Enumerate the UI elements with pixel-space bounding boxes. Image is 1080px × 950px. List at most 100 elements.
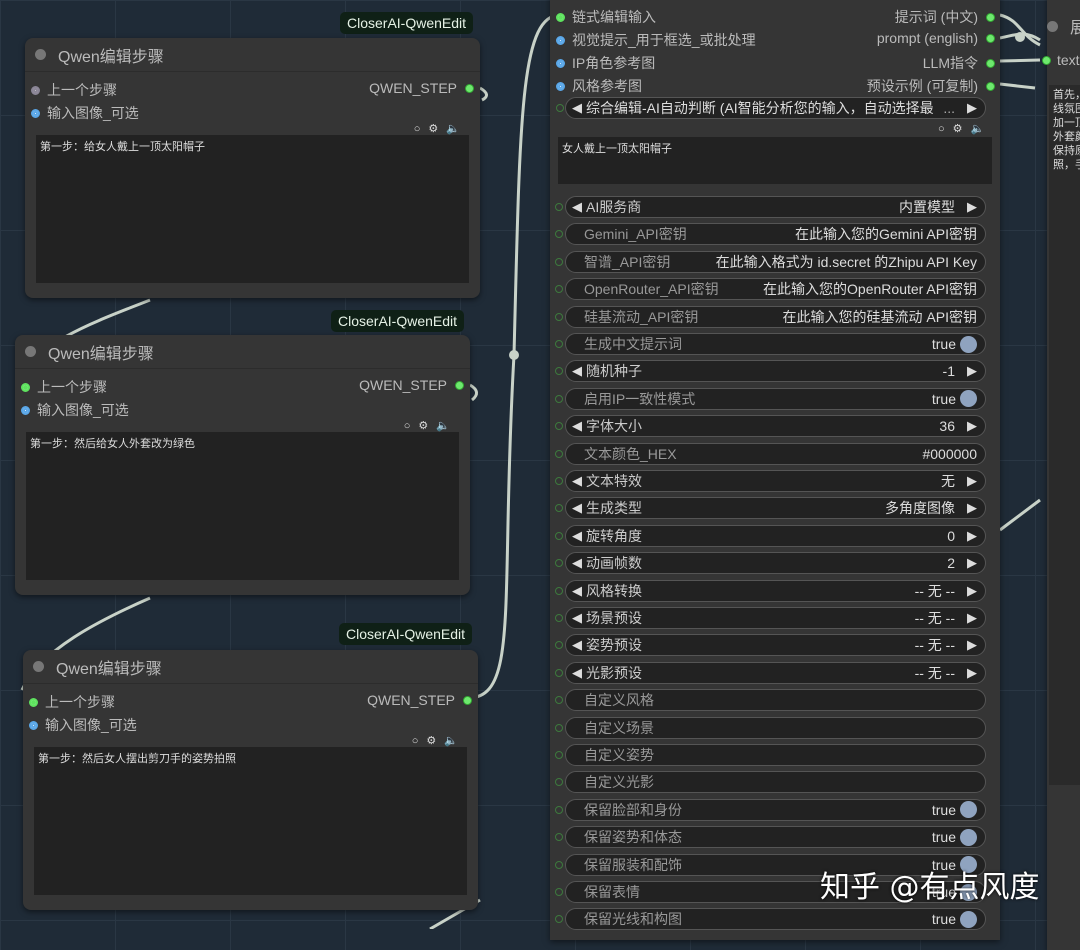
right-text-area[interactable]: 首先，线氛围加一顶外套颜保持原照，手 [1049,85,1080,785]
arrow-left-icon[interactable]: ◀ [572,637,582,653]
qwen-edit-step-node[interactable]: Qwen编辑步骤 上一个步骤 输入图像_可选 QWEN_STEP ○ ⚙ 🔈 第一步… [23,650,478,910]
input-slot[interactable] [31,108,40,118]
arrow-right-icon[interactable]: ▶ [967,199,977,215]
output-slot[interactable] [986,12,995,22]
node-title-bar[interactable]: Qwen编辑步骤 [25,38,480,72]
widget-combo[interactable]: ◀ 姿势预设 -- 无 -- ▶ [565,634,986,657]
arrow-left-icon[interactable]: ◀ [572,665,582,681]
step-text-input[interactable]: 第一步：然后女人摆出剪刀手的姿势拍照 [34,747,467,895]
arrow-right-icon[interactable]: ▶ [967,665,977,681]
arrow-right-icon[interactable]: ▶ [967,555,977,571]
output-slot[interactable] [455,380,464,390]
arrow-left-icon[interactable]: ◀ [572,528,582,544]
widget-toggle[interactable]: 保留姿势和体态 true [565,826,986,849]
widget-text[interactable]: 文本颜色_HEX #000000 [565,442,986,465]
toggle-knob[interactable] [960,390,977,408]
widget-text[interactable]: Gemini_API密钥 在此输入您的Gemini API密钥 [565,223,986,246]
circle-icon[interactable]: ○ [404,420,411,432]
arrow-right-icon[interactable]: ▶ [967,528,977,544]
widget-text[interactable]: 自定义场景 [565,716,986,739]
step-text-input[interactable]: 第一步：然后给女人外套改为绿色 [26,432,459,580]
widget-toggle[interactable]: 保留脸部和身份 true [565,798,986,821]
gear-icon[interactable]: ⚙ [418,419,428,432]
arrow-left-icon[interactable]: ◀ [572,199,582,215]
arrow-right-icon[interactable]: ▶ [967,583,977,599]
widget-text[interactable]: 硅基流动_API密钥 在此输入您的硅基流动 API密钥 [565,305,986,328]
input-slot[interactable] [31,85,40,95]
widget-text[interactable]: 自定义风格 [565,689,986,712]
widget-text[interactable]: 自定义姿势 [565,744,986,766]
arrow-left-icon[interactable]: ◀ [572,500,582,516]
widget-combo[interactable]: ◀ 场景预设 -- 无 -- ▶ [565,607,986,629]
qwen-edit-step-node[interactable]: Qwen编辑步骤 上一个步骤 输入图像_可选 QWEN_STEP ○ ⚙ 🔈 第一步… [15,335,470,595]
widget-combo[interactable]: ◀ 字体大小 36 ▶ [565,415,986,438]
input-slot[interactable] [556,58,565,68]
toggle-knob[interactable] [960,828,977,846]
arrow-right-icon[interactable]: ▶ [967,473,977,489]
widget-combo[interactable]: ◀ 光影预设 -- 无 -- ▶ [565,661,986,684]
widget-text[interactable]: 自定义光影 [565,771,986,794]
gear-icon[interactable]: ⚙ [426,734,436,747]
widget-toggle[interactable]: 生成中文提示词 true [565,333,986,355]
widget-toggle[interactable]: 保留光线和构图 true [565,908,986,931]
toggle-knob[interactable] [960,335,977,353]
arrow-left-icon[interactable]: ◀ [572,583,582,599]
widget-combo[interactable]: ◀ AI服务商 内置模型 ▶ [565,196,986,218]
arrow-right-icon[interactable]: ▶ [967,500,977,516]
speaker-icon[interactable]: 🔈 [436,419,450,432]
input-slot[interactable] [1042,55,1051,65]
arrow-right-icon[interactable]: ▶ [967,363,977,379]
widget-combo[interactable]: ◀ 动画帧数 2 ▶ [565,552,986,575]
speaker-icon[interactable]: 🔈 [446,122,460,135]
arrow-left-icon[interactable]: ◀ [572,418,582,434]
widget-slot [555,449,563,458]
right-node[interactable]: 展 text 首先，线氛围加一顶外套颜保持原照，手 [1042,0,1080,950]
circle-icon[interactable]: ○ [414,123,421,135]
node-title-bar[interactable]: Qwen编辑步骤 [23,650,478,684]
speaker-icon[interactable]: 🔈 [444,734,458,747]
output-slot[interactable] [986,58,995,68]
arrow-left-icon[interactable]: ◀ [572,610,582,626]
widget-toggle[interactable]: 启用IP一致性模式 true [565,387,986,410]
node-title-bar[interactable]: Qwen编辑步骤 [15,335,470,369]
arrow-left-icon[interactable]: ◀ [572,363,582,379]
circle-icon[interactable]: ○ [412,735,419,747]
input-slot[interactable] [29,697,38,707]
main-text-input[interactable]: 女人戴上一顶太阳帽子 [558,137,992,184]
toggle-knob[interactable] [960,801,977,819]
widget-combo[interactable]: ◀ 旋转角度 0 ▶ [565,524,986,547]
gear-icon[interactable]: ⚙ [428,122,438,135]
arrow-left-icon[interactable]: ◀ [572,100,582,116]
input-slot[interactable] [21,382,30,392]
widget-combo[interactable]: ◀ 生成类型 多角度图像 ▶ [565,497,986,520]
qwen-edit-step-node[interactable]: Qwen编辑步骤 上一个步骤 输入图像_可选 QWEN_STEP ○ ⚙ 🔈 第一步… [25,38,480,298]
input-slot[interactable] [29,720,38,730]
arrow-right-icon[interactable]: ▶ [967,637,977,653]
output-slot[interactable] [465,83,474,93]
step-text-input[interactable]: 第一步：给女人戴上一顶太阳帽子 [36,135,469,283]
prompt-builder-node[interactable]: 链式编辑输入 视觉提示_用于框选_或批处理 IP角色参考图 风格参考图 提示词 (中文)… [550,0,1000,940]
arrow-right-icon[interactable]: ▶ [967,418,977,434]
mode-combo[interactable]: ◀ 综合编辑-AI自动判断 (AI智能分析您的输入，自动选择最 ... ▶ [556,97,986,119]
widget-combo[interactable]: ◀ 文本特效无 ▶ [565,470,986,492]
input-slot[interactable] [556,35,565,45]
widget-combo[interactable]: ◀ 随机种子 -1 ▶ [565,360,986,383]
output-slot[interactable] [986,33,995,43]
output-slot[interactable] [463,695,472,705]
arrow-left-icon[interactable]: ◀ [572,555,582,571]
input-slot[interactable] [556,81,565,91]
widget-combo[interactable]: ◀ 风格转换 -- 无 -- ▶ [565,579,986,602]
widget-text[interactable]: OpenRouter_API密钥 在此输入您的OpenRouter API密钥 [565,278,986,301]
arrow-left-icon[interactable]: ◀ [572,473,582,489]
circle-icon[interactable]: ○ [938,123,945,135]
input-slot[interactable] [556,12,565,22]
speaker-icon[interactable]: 🔈 [971,122,985,135]
arrow-right-icon[interactable]: ▶ [967,100,977,116]
gear-icon[interactable]: ⚙ [953,122,963,135]
input-slot[interactable] [21,405,30,415]
toggle-knob[interactable] [960,910,977,928]
arrow-right-icon[interactable]: ▶ [967,610,977,626]
widget-text[interactable]: 智谱_API密钥 在此输入格式为 id.secret 的Zhipu API Key [565,250,986,273]
output-slot[interactable] [986,81,995,91]
wire-o3 [999,58,1041,63]
